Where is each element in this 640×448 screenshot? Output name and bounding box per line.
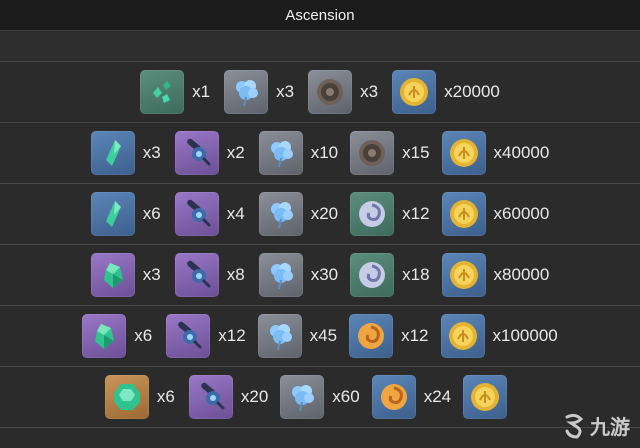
material-item[interactable]: x12 (166, 314, 246, 358)
material-item[interactable]: x20000 (392, 70, 500, 114)
material-quantity: x6 (156, 387, 175, 406)
material-quantity: x80000 (493, 265, 550, 284)
material-item[interactable]: x4 (174, 192, 247, 236)
blue-flower-icon[interactable] (280, 375, 325, 419)
material-item[interactable]: x40000 (441, 131, 550, 175)
material-quantity: x60000 (493, 204, 550, 223)
material-item[interactable]: x12 (350, 192, 430, 236)
watermark-text: 九游 (590, 417, 630, 439)
material-item[interactable]: x20 (188, 375, 269, 419)
material-quantity: x12 (402, 204, 430, 223)
material-quantity: x40000 (493, 143, 550, 162)
boss-core-icon[interactable] (166, 314, 211, 358)
material-item[interactable]: x6 (82, 314, 154, 358)
material-item[interactable]: x6 (90, 192, 163, 236)
material-quantity: x20 (310, 204, 339, 223)
material-quantity: x18 (402, 265, 430, 284)
silver-scroll-icon[interactable] (350, 253, 395, 297)
material-quantity: x45 (309, 326, 338, 345)
mora-coin-icon[interactable] (441, 253, 486, 297)
material-item[interactable]: x1 (140, 70, 212, 114)
material-item[interactable]: x100000 (440, 314, 558, 358)
section-title: Ascension (285, 6, 355, 24)
material-item[interactable]: x6 (104, 375, 177, 419)
watermark: 九游 (563, 411, 630, 440)
material-quantity: x3 (142, 265, 161, 284)
ascension-phase-row: x3 x2 x10 x15 x40000 (0, 123, 640, 184)
material-quantity: x6 (134, 326, 153, 345)
gold-scroll-icon[interactable] (349, 314, 394, 358)
material-quantity: x20000 (444, 82, 500, 101)
material-quantity: x3 (360, 82, 379, 101)
mora-coin-icon[interactable] (440, 314, 485, 358)
material-quantity: x3 (276, 82, 295, 101)
gray-scroll-icon[interactable] (350, 131, 395, 175)
material-quantity: x1 (192, 82, 211, 101)
green-gem-fragment-icon[interactable] (90, 192, 135, 236)
gold-scroll-icon[interactable] (371, 375, 416, 419)
blue-flower-icon[interactable] (258, 253, 303, 297)
ascension-phase-row: x3 x8 x30 x18 x80000 (0, 245, 640, 306)
material-quantity: x15 (402, 143, 430, 162)
green-gem-chunk-icon[interactable] (82, 314, 127, 358)
material-item[interactable]: x3 (224, 70, 296, 114)
material-item[interactable] (463, 375, 535, 419)
mora-coin-icon[interactable] (441, 192, 486, 236)
boss-core-icon[interactable] (188, 375, 233, 419)
material-quantity: x6 (142, 204, 161, 223)
material-quantity: x3 (142, 143, 161, 162)
mora-coin-icon[interactable] (441, 131, 486, 175)
material-item[interactable]: x3 (308, 70, 380, 114)
section-header: Ascension (0, 0, 640, 31)
blue-flower-icon[interactable] (258, 192, 303, 236)
material-quantity: x2 (226, 143, 245, 162)
material-item[interactable]: x3 (90, 131, 163, 175)
material-quantity: x4 (226, 204, 245, 223)
material-item[interactable]: x30 (258, 253, 339, 297)
material-item[interactable]: x20 (258, 192, 339, 236)
blue-flower-icon[interactable] (258, 131, 303, 175)
mora-coin-icon[interactable] (392, 70, 437, 114)
silver-scroll-icon[interactable] (350, 192, 395, 236)
boss-core-icon[interactable] (174, 253, 219, 297)
material-item[interactable]: x45 (257, 314, 338, 358)
material-quantity: x60 (332, 387, 360, 406)
material-item[interactable]: x15 (350, 131, 430, 175)
ascension-phase-row: x6 x20 x60 x24 (0, 367, 640, 428)
green-gemstone-icon[interactable] (104, 375, 149, 419)
material-quantity: x10 (310, 143, 339, 162)
ascension-phase-row: x1 x3 x3 x20000 (0, 62, 640, 123)
material-item[interactable]: x24 (371, 375, 452, 419)
material-quantity: x30 (310, 265, 339, 284)
green-gem-fragment-icon[interactable] (90, 131, 135, 175)
material-quantity: x12 (218, 326, 246, 345)
material-quantity: x100000 (492, 326, 558, 345)
material-item[interactable]: x8 (174, 253, 247, 297)
mora-coin-icon[interactable] (463, 375, 508, 419)
ascension-phase-row: x6 x12 x45 x12 x100000 (0, 306, 640, 367)
material-item[interactable]: x80000 (441, 253, 550, 297)
material-item[interactable]: x12 (349, 314, 429, 358)
ascension-phase-row: x6 x4 x20 x12 x60000 (0, 184, 640, 245)
header-spacer-row (0, 31, 640, 62)
ascension-materials-table: x1 x3 x3 x20000 x3 x2 x10 x15 x40000 x6 x4 x20 x12 x6… (0, 62, 640, 428)
material-quantity: x8 (226, 265, 245, 284)
green-gem-chunk-icon[interactable] (90, 253, 135, 297)
material-item[interactable]: x2 (174, 131, 247, 175)
material-item[interactable]: x60000 (441, 192, 550, 236)
material-quantity: x12 (401, 326, 429, 345)
boss-core-icon[interactable] (174, 131, 219, 175)
gray-scroll-icon[interactable] (308, 70, 353, 114)
material-item[interactable]: x18 (350, 253, 430, 297)
material-item[interactable]: x10 (258, 131, 339, 175)
blue-flower-icon[interactable] (257, 314, 302, 358)
material-item[interactable]: x60 (280, 375, 360, 419)
material-quantity: x20 (240, 387, 269, 406)
watermark-logo-icon (565, 413, 584, 439)
blue-flower-icon[interactable] (224, 70, 269, 114)
material-item[interactable]: x3 (90, 253, 163, 297)
boss-core-icon[interactable] (174, 192, 219, 236)
green-gem-sliver-icon[interactable] (140, 70, 185, 114)
material-quantity: x24 (423, 387, 452, 406)
